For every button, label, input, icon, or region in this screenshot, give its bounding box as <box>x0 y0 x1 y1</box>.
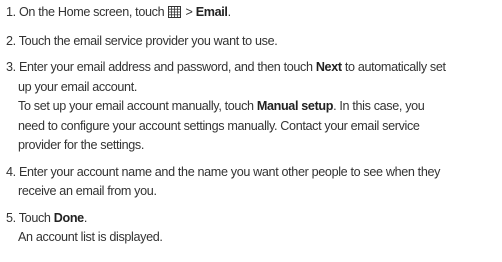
step-text: . <box>83 210 88 225</box>
step-number: 5. <box>6 210 16 225</box>
step-text: Touch <box>18 210 54 225</box>
step-text: Touch the email service provider you wan… <box>18 33 278 48</box>
step-number: 2. <box>6 33 16 48</box>
step-text: Enter your account name and the name you… <box>18 164 441 179</box>
done-button-label: Done <box>53 210 84 225</box>
step-2: 2. Touch the email service provider you … <box>6 32 498 52</box>
step-3: 3. Enter your email address and password… <box>6 58 498 156</box>
step-text: to automatically set <box>341 60 446 74</box>
step-1-line: 1. On the Home screen, touch > Email. <box>6 3 498 25</box>
step-4-line-1: 4. Enter your account name and the name … <box>6 163 498 183</box>
step-number: 3. <box>6 60 16 74</box>
manual-setup-label: Manual setup <box>256 99 334 113</box>
apps-grid-icon <box>168 5 182 25</box>
step-text-end: . <box>227 5 232 19</box>
step-number: 4. <box>6 164 16 179</box>
step-5: 5. Touch Done. An account list is displa… <box>6 209 498 248</box>
step-text: To set up your email account manually, t… <box>18 99 257 113</box>
step-text: . In this case, you <box>333 99 425 113</box>
step-4: 4. Enter your account name and the name … <box>6 163 498 202</box>
step-number: 1. <box>6 5 16 19</box>
step-text: Enter your email address and password, a… <box>18 60 316 74</box>
step-3-line-5: provider for the settings. <box>18 138 145 152</box>
next-button-label: Next <box>315 60 342 74</box>
step-3-line-1: 3. Enter your email address and password… <box>6 58 498 78</box>
step-3-line-4: need to configure your account settings … <box>18 118 420 133</box>
step-text-arrow: > <box>185 5 196 19</box>
step-1: 1. On the Home screen, touch > Email. <box>6 3 498 25</box>
step-3-line-2: up your email account. <box>18 79 138 94</box>
instruction-steps: 1. On the Home screen, touch > Email. 2.… <box>6 3 498 255</box>
step-2-line: 2. Touch the email service provider you … <box>6 32 498 52</box>
email-menu-label: Email <box>195 5 228 19</box>
step-4-line-2: receive an email from you. <box>18 184 157 198</box>
step-5-line-1: 5. Touch Done. <box>6 209 498 229</box>
step-text: On the Home screen, touch <box>18 5 165 19</box>
step-5-line-2: An account list is displayed. <box>18 230 163 244</box>
step-3-line-3: To set up your email account manually, t… <box>6 97 498 117</box>
